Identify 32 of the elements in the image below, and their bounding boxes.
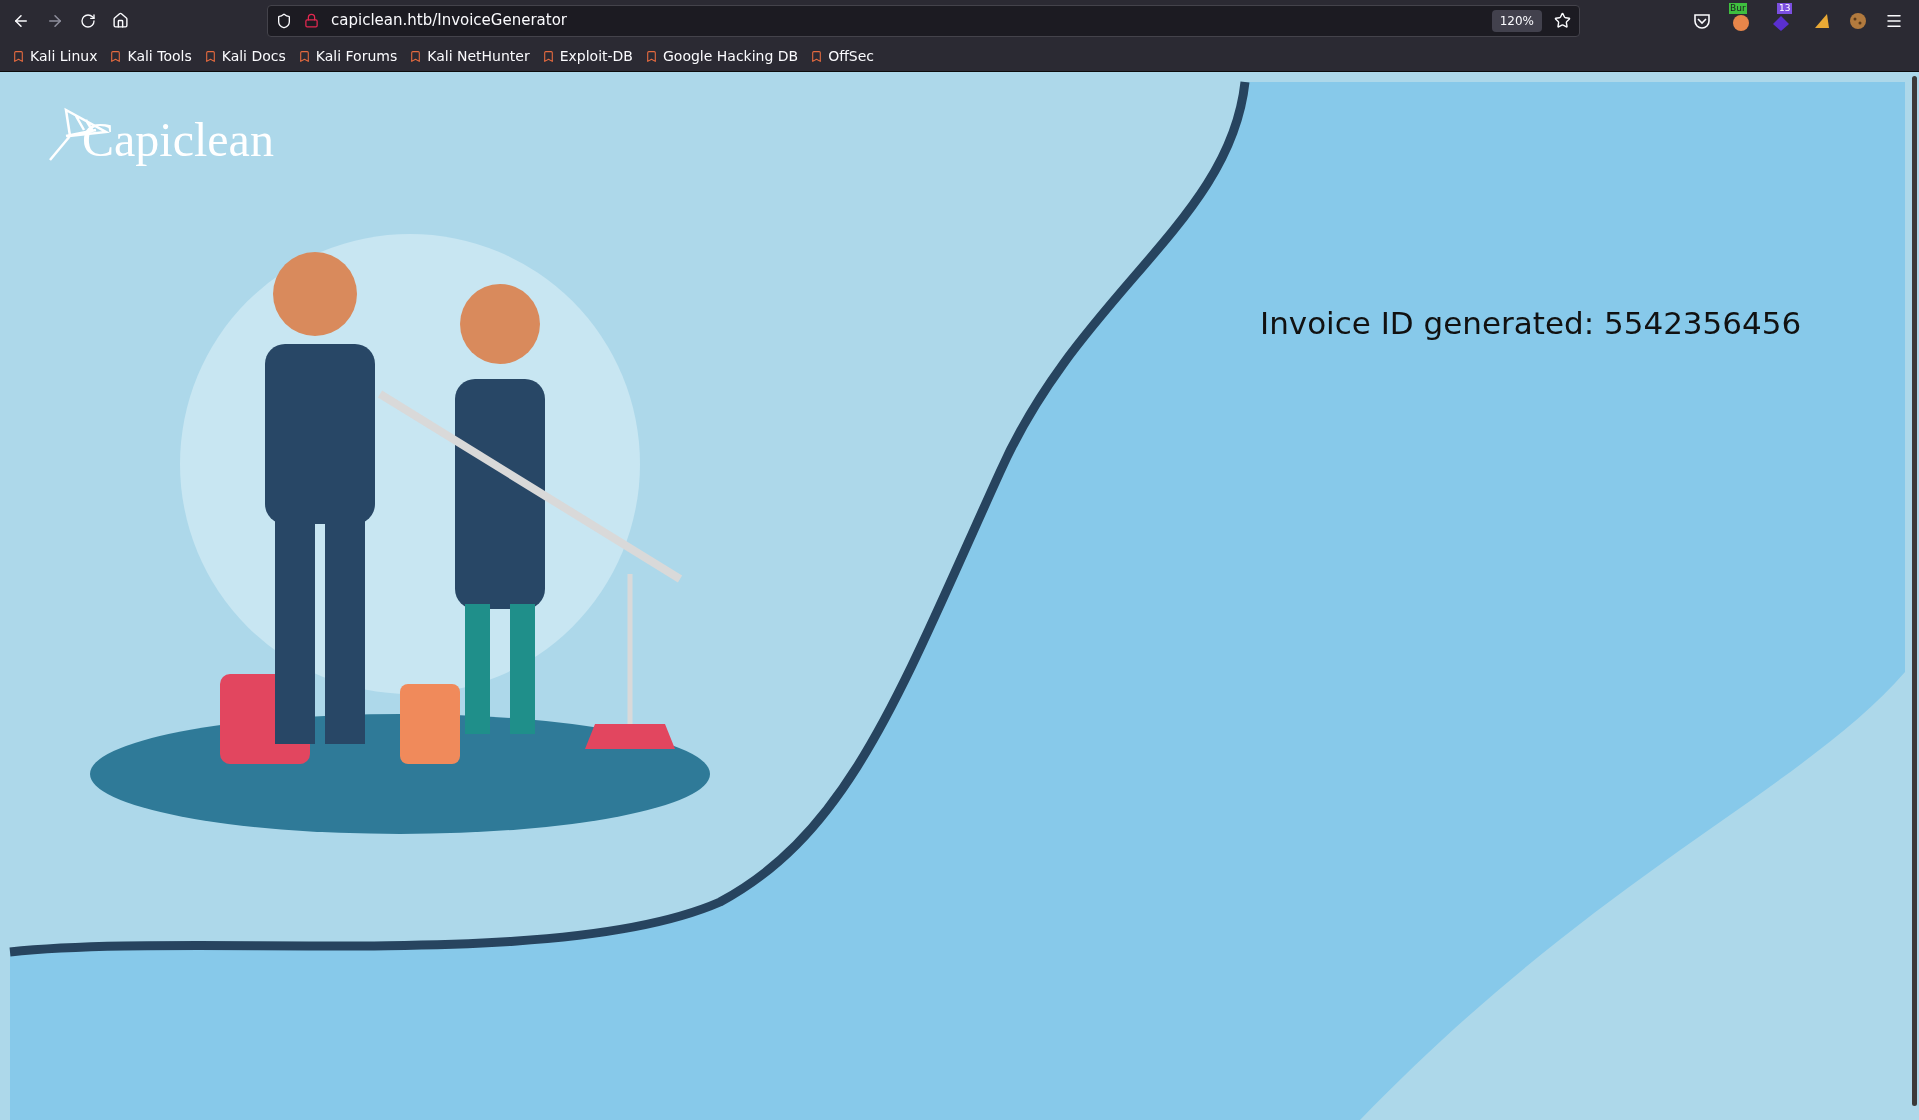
bookmark-icon bbox=[203, 49, 217, 63]
reload-icon[interactable] bbox=[80, 12, 96, 29]
bookmark-icon bbox=[409, 49, 423, 63]
lock-icon[interactable] bbox=[304, 13, 319, 28]
shield-icon[interactable] bbox=[276, 12, 292, 29]
bookmark-link[interactable]: Kali Docs bbox=[203, 45, 286, 67]
bookmark-link[interactable]: Kali NetHunter bbox=[409, 45, 530, 67]
address-bar[interactable]: capiclean.htb/InvoiceGenerator 120% bbox=[267, 4, 1580, 37]
bookmark-icon bbox=[645, 49, 658, 63]
invoice-message: Invoice ID generated: 5542356456 bbox=[1260, 304, 1802, 343]
bookmark-link[interactable]: Google Hacking DB bbox=[645, 45, 799, 67]
bookmark-icon bbox=[810, 49, 824, 63]
bookmark-link[interactable]: OffSec bbox=[810, 45, 875, 67]
url-text: capiclean.htb/InvoiceGenerator bbox=[331, 10, 567, 32]
home-icon[interactable] bbox=[112, 12, 129, 29]
extension-badge: 13 bbox=[1777, 2, 1793, 14]
bookmark-link[interactable]: Kali Forums bbox=[297, 45, 398, 67]
bookmark-icon bbox=[541, 49, 555, 63]
zoom-level[interactable]: 120% bbox=[1491, 9, 1542, 32]
bookmark-link[interactable]: Kali Linux bbox=[12, 45, 98, 67]
scrollbar[interactable] bbox=[1912, 76, 1917, 1106]
pocket-icon[interactable] bbox=[1693, 11, 1711, 30]
bookmark-icon bbox=[109, 49, 123, 63]
bookmark-icon bbox=[12, 49, 25, 63]
extension-badge: Bur bbox=[1729, 2, 1747, 14]
star-icon[interactable] bbox=[1554, 12, 1571, 29]
extension-icon[interactable] bbox=[1731, 12, 1751, 33]
logo-text: Capiclean bbox=[82, 116, 274, 164]
bookmark-link[interactable]: Exploit-DB bbox=[541, 45, 633, 67]
bookmark-link[interactable]: Kali Tools bbox=[109, 45, 192, 67]
cookie-icon[interactable] bbox=[1849, 11, 1867, 30]
bookmark-icon bbox=[297, 49, 311, 63]
